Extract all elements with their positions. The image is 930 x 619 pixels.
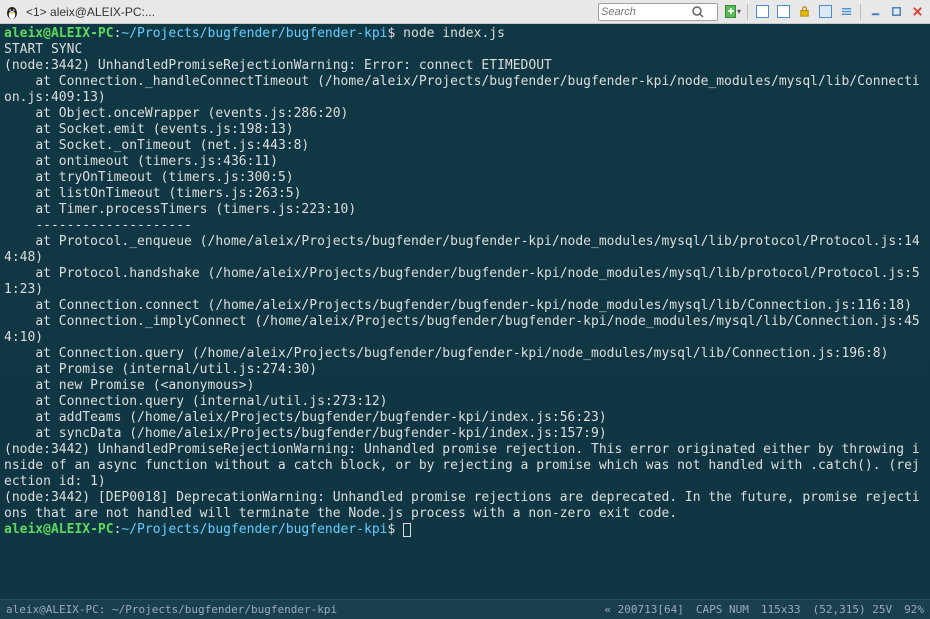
status-position: (52,315) 25V: [813, 603, 892, 616]
output-line: at ontimeout (timers.js:436:11): [4, 154, 278, 169]
prompt-user: aleix@ALEIX-PC: [4, 522, 114, 537]
output-line: --------------------: [4, 218, 192, 233]
output-line: at Object.onceWrapper (events.js:286:20): [4, 106, 348, 121]
toolbar-icons: ▾: [724, 3, 926, 21]
status-caps: CAPS NUM: [696, 603, 749, 616]
output-line: at new Promise (<anonymous>): [4, 378, 254, 393]
statusbar: aleix@ALEIX-PC: ~/Projects/bugfender/bug…: [0, 599, 930, 619]
output-line: at tryOnTimeout (timers.js:300:5): [4, 170, 294, 185]
status-size: 115x33: [761, 603, 801, 616]
output-line: at Connection.query (/home/aleix/Project…: [4, 346, 888, 361]
search-box[interactable]: [598, 3, 718, 21]
output-line: (node:3442) UnhandledPromiseRejectionWar…: [4, 58, 552, 73]
output-line: at Promise (internal/util.js:274:30): [4, 362, 317, 377]
output-line: at addTeams (/home/aleix/Projects/bugfen…: [4, 410, 607, 425]
output-line: at Connection.connect (/home/aleix/Proje…: [4, 298, 912, 313]
prompt-user: aleix@ALEIX-PC: [4, 26, 114, 41]
tux-icon: [4, 4, 20, 20]
paste-icon[interactable]: [774, 3, 792, 21]
output-line: at Protocol.handshake (/home/aleix/Proje…: [4, 266, 920, 297]
output-line: at Connection._handleConnectTimeout (/ho…: [4, 74, 920, 105]
close-icon[interactable]: [908, 3, 926, 21]
search-input[interactable]: [601, 6, 691, 18]
titlebar: <1> aleix@ALEIX-PC:... ▾: [0, 0, 930, 24]
prompt-path: ~/Projects/bugfender/bugfender-kpi: [121, 26, 387, 41]
maximize-icon[interactable]: [887, 3, 905, 21]
output-line: at Connection._implyConnect (/home/aleix…: [4, 314, 920, 345]
minimize-icon[interactable]: [866, 3, 884, 21]
status-path: aleix@ALEIX-PC: ~/Projects/bugfender/bug…: [6, 603, 604, 616]
status-encoding: « 200713[64]: [604, 603, 683, 616]
output-line: at syncData (/home/aleix/Projects/bugfen…: [4, 426, 607, 441]
status-percent: 92%: [904, 603, 924, 616]
prompt-path: ~/Projects/bugfender/bugfender-kpi: [121, 522, 387, 537]
copy-icon[interactable]: [753, 3, 771, 21]
search-icon[interactable]: [691, 5, 705, 19]
output-line: at Timer.processTimers (timers.js:223:10…: [4, 202, 356, 217]
output-line: (node:3442) UnhandledPromiseRejectionWar…: [4, 442, 920, 489]
output-line: at Connection.query (internal/util.js:27…: [4, 394, 388, 409]
output-line: at Socket._onTimeout (net.js:443:8): [4, 138, 309, 153]
view-icon[interactable]: [816, 3, 834, 21]
output-line: at listOnTimeout (timers.js:263:5): [4, 186, 301, 201]
cursor: [403, 523, 411, 537]
new-session-icon[interactable]: ▾: [724, 3, 742, 21]
output-line: at Socket.emit (events.js:198:13): [4, 122, 294, 137]
list-icon[interactable]: [837, 3, 855, 21]
output-line: START SYNC: [4, 42, 82, 57]
output-line: (node:3442) [DEP0018] DeprecationWarning…: [4, 490, 920, 521]
terminal-output[interactable]: aleix@ALEIX-PC:~/Projects/bugfender/bugf…: [0, 24, 930, 599]
window-title: <1> aleix@ALEIX-PC:...: [26, 5, 155, 19]
output-line: at Protocol._enqueue (/home/aleix/Projec…: [4, 234, 920, 265]
lock-icon[interactable]: [795, 3, 813, 21]
command: node index.js: [403, 26, 505, 41]
